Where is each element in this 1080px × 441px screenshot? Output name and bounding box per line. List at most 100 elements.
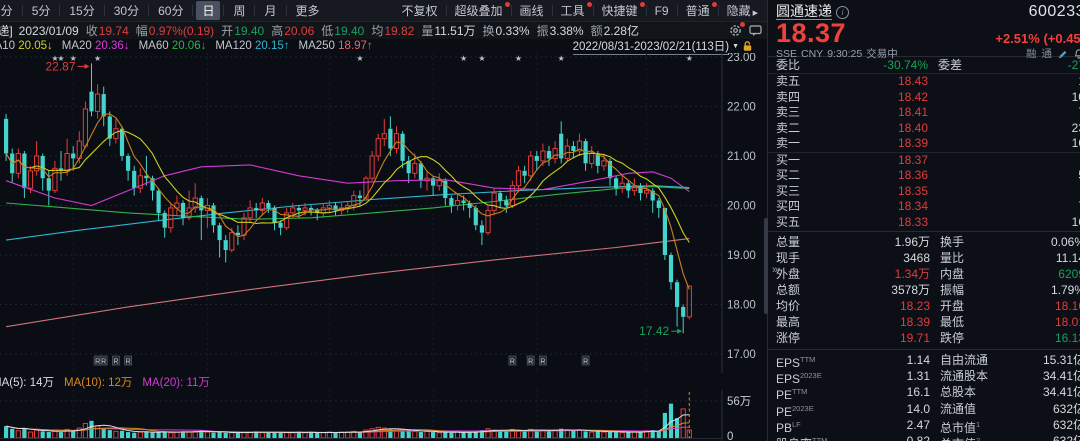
panel-collapse-handle[interactable]: » (772, 262, 782, 278)
toolbar-button-快捷键[interactable]: 快捷键 (597, 1, 643, 20)
ma-value: 20.06↓ (172, 40, 207, 52)
date-range-label: 2022/08/31-2023/02/21(113日) (573, 38, 729, 55)
toolbar-button-隐藏[interactable]: 隐藏▶ (722, 1, 763, 20)
volume-ma-value: 12万 (108, 377, 132, 389)
r-event-marker: R (101, 359, 106, 366)
alert-bell-icon[interactable] (1073, 48, 1080, 60)
low-price-annotation: 17.42 (639, 324, 669, 338)
info-field-label: 量 (421, 24, 433, 38)
volume-axis-zero: 0 (727, 431, 733, 441)
ask-row[interactable]: 卖五18.431 (768, 74, 1080, 90)
quote-header: 圆通速递 i 600233 18.37 +2.51% (+0.45) SSE C… (768, 0, 1080, 57)
volume-ma-MA(10):: MA(10): 12万 (64, 374, 132, 390)
y-axis-tick: 21.00 (727, 151, 756, 163)
weicha-value: -27 (982, 57, 1080, 73)
toolbar-button-普通[interactable]: 普通 (681, 1, 715, 20)
toolbar-button-画线[interactable]: 画线 (515, 1, 549, 20)
tab-period-月[interactable]: 月 (258, 1, 282, 20)
settings-gear-icon[interactable] (729, 24, 742, 37)
toolbar-button-F9[interactable]: F9 (650, 3, 674, 19)
bid-row[interactable]: 买五18.3316 (768, 215, 1080, 231)
ma-value: 20.05↓ (18, 40, 53, 52)
tab-period-60分[interactable]: 60分 (152, 1, 189, 20)
detail-row: 涨停19.71跌停16.13 (768, 330, 1080, 346)
divider (511, 5, 512, 16)
divider (646, 5, 647, 16)
detail-row: 均价18.23开盘18.16 (768, 298, 1080, 314)
ma-indicator-MA20: MA20 20.36↓ (62, 40, 130, 52)
detail-row: 总量1.96万换手0.06% (768, 234, 1080, 250)
edit-pencil-icon[interactable] (1057, 48, 1068, 59)
info-field-value: 11.51万 (434, 24, 475, 38)
message-chat-icon[interactable] (749, 24, 762, 37)
candlestick-chart[interactable]: 23.0022.0021.0020.0019.0018.0017.00★★★★★… (0, 53, 767, 373)
volume-ma-bar: MA(5): 14万MA(10): 12万MA(20): 11万 (0, 373, 767, 390)
info-fields: 收19.74幅0.97%(0.19)开19.40高20.06低19.40均19.… (86, 22, 646, 39)
ask-label: 卖四 (776, 90, 828, 106)
unlock-icon[interactable] (742, 40, 753, 52)
info-field-value: 0.33% (496, 24, 530, 38)
detail-value: 1.79% (1000, 282, 1080, 298)
info-field-label: 收 (86, 24, 98, 38)
toolbar-button-超级叠加[interactable]: 超级叠加 (450, 1, 508, 20)
info-field-value: 19.40 (334, 24, 364, 38)
fundamental-row: PBLF2.47总市值1632亿 (768, 417, 1080, 433)
bid-volume: 7 (928, 199, 1080, 215)
info-field-量: 量11.51万 (421, 22, 475, 39)
tab-period-周[interactable]: 周 (227, 1, 251, 20)
fundamental-row: PE2023E14.0流通值632亿 (768, 401, 1080, 417)
tab-period-15分[interactable]: 15分 (63, 1, 100, 20)
ask-label: 卖三 (776, 105, 828, 121)
info-icon[interactable]: i (836, 6, 849, 19)
info-field-value: 2.28亿 (604, 24, 639, 38)
notification-dot (505, 2, 510, 7)
ask-row[interactable]: 卖一18.3916 (768, 136, 1080, 152)
info-field-value: 20.06 (284, 24, 314, 38)
star-marker-icon: ★ (558, 54, 565, 63)
detail-label: 最低 (930, 314, 1000, 330)
volume-chart[interactable]: 56万0 (0, 390, 767, 441)
ma-values: MA10 20.05↓MA20 20.36↓MA60 20.06↓MA120 2… (0, 40, 382, 52)
ask-row[interactable]: 卖四18.4210 (768, 90, 1080, 106)
star-marker-icon: ★ (460, 54, 467, 63)
ma-indicator-MA120: MA120 20.15↑ (215, 40, 289, 52)
bid-row[interactable]: 买一18.37 (768, 152, 1080, 169)
tab-period-1分[interactable]: 1分 (0, 1, 19, 20)
bid-row[interactable]: 买三18.35 (768, 184, 1080, 200)
detail-label: 跌停 (930, 330, 1000, 346)
detail-value: 19.71 (824, 330, 930, 346)
info-field-开: 开19.40 (221, 22, 264, 39)
bid-price: 18.33 (828, 215, 928, 231)
detail-label: 总量 (776, 234, 824, 250)
info-field-label: 高 (271, 24, 283, 38)
detail-value: 18.23 (824, 298, 930, 314)
info-field-value: 19.82 (384, 24, 414, 38)
panel-scroll-strip[interactable] (764, 218, 768, 314)
tab-period-30分[interactable]: 30分 (108, 1, 145, 20)
ask-price: 18.40 (828, 121, 928, 137)
tab-period-5分[interactable]: 5分 (26, 1, 57, 20)
date-range-selector[interactable]: 2022/08/31-2023/02/21(113日) ▼ (573, 38, 753, 55)
ask-row[interactable]: 卖三18.417 (768, 105, 1080, 121)
bid-price: 18.36 (828, 168, 928, 184)
ask-volume: 23 (928, 121, 1080, 137)
ma-indicator-bar: MA10 20.05↓MA20 20.36↓MA60 20.06↓MA120 2… (0, 39, 767, 53)
toolbar-button-不复权[interactable]: 不复权 (396, 1, 442, 20)
r-event-marker: R (540, 359, 545, 366)
ask-row[interactable]: 卖二18.4023 (768, 121, 1080, 137)
bid-row[interactable]: 买二18.365 (768, 168, 1080, 184)
detail-value: 0.06% (1000, 234, 1080, 250)
bid-label: 买二 (776, 168, 828, 184)
ask-volume: 10 (928, 90, 1080, 106)
tab-period-更多[interactable]: 更多 (290, 1, 326, 20)
divider (59, 5, 60, 16)
tab-period-日[interactable]: 日 (196, 1, 220, 20)
detail-value: 1.96万 (824, 234, 930, 250)
period-toolbar: 1分 5分 15分 30分 60分日周月更多 不复权超级叠加画线工具快捷键 F9 普通隐藏▶ (0, 0, 767, 22)
bid-volume (928, 153, 1080, 169)
detail-label: 开盘 (930, 298, 1000, 314)
bid-row[interactable]: 买四18.347 (768, 199, 1080, 215)
info-field-label: 振 (537, 24, 549, 38)
detail-value: 6209 (1000, 266, 1080, 282)
toolbar-button-工具[interactable]: 工具 (556, 1, 590, 20)
